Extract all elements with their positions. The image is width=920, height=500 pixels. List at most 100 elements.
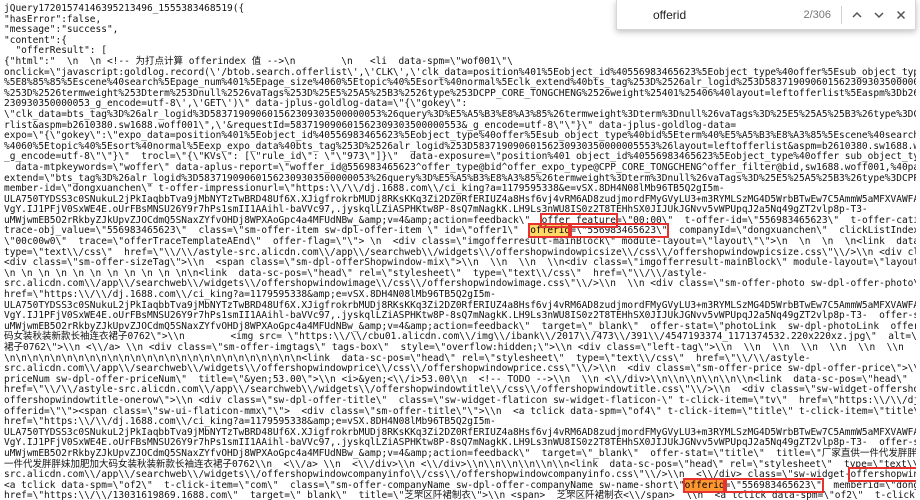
chevron-down-icon <box>874 11 884 18</box>
source-text: member-id=\"dongxuanchen\" t-offer-impre… <box>4 183 725 195</box>
source-text: priceNum sw-dpl-offer-priceNum\" title=\… <box>4 373 908 385</box>
source-text: VgY.IJ1PFjV0SxWE4E.oUrFBsMNSU26Y9r7hPs1s… <box>4 437 916 449</box>
source-line: "content":{ <box>4 35 67 46</box>
source-line: %253D%2526termweight%253Dterm%253Dnull%2… <box>4 88 916 99</box>
source-text: offerid=\"\"><span class=\"sw-ui-flatico… <box>4 405 916 417</box>
source-line: type=\"text\\/css\" href=\"\\/\\/astyle-… <box>4 247 916 258</box>
find-in-page-bar: 2/306 <box>616 0 916 30</box>
source-line: VgY.IJ1PFjV0SxWE4E.oUrFBsMNSU26Y9r7hPs1s… <box>4 204 868 215</box>
source-line: "message":"success", <box>4 24 118 35</box>
source-text: ULA750TYDSS3c0SNukuL2jPkIaqbbTva9jMbNYTz… <box>4 299 916 311</box>
jsonp-response-source: jQuery17201574146395213496_1555383468519… <box>0 0 916 500</box>
source-line: href=\"\\/\\/astyle-src.alicdn.com\\/app… <box>4 384 916 396</box>
source-line: _g_encode=utf-8\"\"}\" trocl=\"{\"KVs\":… <box>4 151 916 163</box>
source-line: src.alicdn.com\\/app\\/searchweb\\/widge… <box>4 363 916 374</box>
source-line: \"00c00w0\" trace=\"offerTraceTemplateAE… <box>4 236 916 247</box>
source-text: companyId=\"dongxuanchen\" clickListInde… <box>678 225 916 237</box>
source-line: expo=\"{\"gokey\":\"expo_data=position%4… <box>4 130 916 141</box>
source-text: "message":"success", <box>4 24 119 36</box>
source-text: onclick=\"javascript:goldlog.record(\'/b… <box>4 66 916 78</box>
source-line: 码女装秋装新款长袖连衣裙子0762\">\\n <img src= \"http… <box>4 331 916 343</box>
source-line: rlist&aspm=b2610380.sw1688.woff001\",\'&… <box>4 120 736 131</box>
source-text: "content":{ <box>4 34 67 46</box>
source-text: src.alicdn.com\\/app\\/searchweb\\/widge… <box>4 278 916 290</box>
source-text: offershopwindowtitle-onerow\">\\n <div c… <box>4 394 916 406</box>
source-line: 裙子0762\">\\n <\\/a> \\n <div class=\"sm-… <box>4 342 916 353</box>
source-line: member-id=\"dongxuanchen\" t-offer-impre… <box>4 183 725 194</box>
source-text: href=\"https:\\/\\/13031619869.1688.com\… <box>4 490 916 500</box>
source-line: <div class=\"sm-offer-sizeTag\">\\n <spa… <box>4 257 916 268</box>
source-text: 裙子0762\">\\n <\\/a> \\n <div class=\"sm-… <box>4 342 916 353</box>
source-line: uMWjwmEB5O2rRkbyZJkUpvZJOCdmQ5SNaxZYfvOH… <box>4 448 916 459</box>
source-text: VgY.IJ1PFjV0SxWE4E.oUrFBsMNSU26Y9r7hPs1s… <box>4 310 916 322</box>
highlight-box: offershopwindowcompanyinfo <box>848 467 916 483</box>
source-line: onclick=\"javascript:goldlog.record(\'/b… <box>4 67 916 78</box>
source-line: src.alicdn.com\\/app\\/searchweb\\/widge… <box>4 278 916 290</box>
source-line: trace-obj_value=\"556983465623\" class=\… <box>4 223 916 239</box>
source-line: \"clk_data=bts_tag%3D%26alr_logid%3D5837… <box>4 109 916 120</box>
source-line: 230930350000053_g_encode=utf-8\',\'GET\'… <box>4 98 468 110</box>
source-line: priceNum sw-dpl-offer-priceNum\" title=\… <box>4 374 916 385</box>
find-match-count: 2/306 <box>803 8 831 21</box>
source-text: uMWjwmEB5O2rRkbyZJkUpvZJOCdmQ5SNaxZYfvOH… <box>4 447 916 459</box>
source-line: href=\"https:\\/\\/dj.1688.com\\/ci_king… <box>4 416 496 427</box>
source-line: {"html":" \n \n <!-- 为打点计算 offerindex 值 … <box>4 56 513 67</box>
source-text: type=\"text\\/css\" href=\"\\/\\/astyle-… <box>4 246 916 258</box>
source-text: ULA750TYDSS3c0SNukuL2jPkIaqbbTva9jMbNYTz… <box>4 193 916 205</box>
source-text: href=\"https:\\/\\/dj.1688.com\\/ci_king… <box>4 289 496 301</box>
source-text: \n \n \n \n \n \n \n \n \n \n \n\n<link … <box>4 267 708 279</box>
source-line: VgY.IJ1PFjV0SxWE4E.oUrFBsMNSU26Y9r7hPs1s… <box>4 437 916 449</box>
source-text: src.alicdn.com\\/app\\/searchweb\\/widge… <box>4 363 916 375</box>
find-previous-button[interactable] <box>846 4 868 26</box>
source-text: "offerResult": [ <box>4 45 107 57</box>
source-text: {"html":" \n \n <!-- 为打点计算 offerindex 值 … <box>4 55 513 67</box>
source-line: ULA750TYDSS3c0SNukuL2jPkIaqbbTva9jMbNYTz… <box>4 300 916 311</box>
source-text: <div class=\"sm-offer-sizeTag\">\\n <spa… <box>4 257 916 269</box>
find-bar-divider <box>841 5 842 24</box>
source-text: data-mtpkeywords=\"woffer\" data-aplus-r… <box>15 161 916 173</box>
find-input[interactable] <box>653 7 791 22</box>
source-line: \n \n \n \n \n \n \n \n \n \n \n\n<link … <box>4 268 708 279</box>
chevron-up-icon <box>852 11 862 18</box>
close-icon <box>896 10 906 19</box>
source-line: offerid=\"\"><span class=\"sw-ui-flatico… <box>4 406 916 417</box>
source-text: 230930350000053_g_encode=utf-8\',\'GET\'… <box>4 98 468 110</box>
source-text: src.alicdn.com\\/app\\/searchweb\\/widge… <box>4 469 851 481</box>
source-text: \"00c00w0\" trace=\"offerTraceTemplateAE… <box>4 236 916 248</box>
source-line: 一件代发胖胖妹加肥加大码女装秋装新款长袖连衣裙子0762\\n <\\/a> \… <box>4 459 916 470</box>
source-line: %5E8%85%85%5Escene%40search%5Epage_num%4… <box>4 77 916 88</box>
source-line: src.alicdn.com\\/app\\/searchweb\\/widge… <box>4 467 916 483</box>
source-line: "hasError":false, <box>4 14 101 25</box>
source-text: 一件代发胖胖妹加肥加大码女装秋装新款长袖连衣裙子0762\\n <\\/a> \… <box>4 458 916 470</box>
find-close-button[interactable] <box>890 4 912 26</box>
source-text: %5E8%85%85%5Escene%40search%5Epage_num%4… <box>4 77 916 89</box>
source-text: \"clk_data=bts_tag%3D%26alr_logid%3D5837… <box>4 108 916 120</box>
source-line: href=\"https:\\/\\/13031619869.1688.com\… <box>4 490 916 500</box>
source-text: \n\n\n\n\n\n\n\n\n\n\n\n\n\n\n\n\n\n\n\n… <box>4 352 811 364</box>
source-text: trace-obj_value=\"556983465623\" class=\… <box>4 225 531 237</box>
source-line: data-mtpkeywords=\"woffer\" data-aplus-r… <box>4 162 916 173</box>
source-text: %253D%2526termweight%253Dterm%253Dnull%2… <box>4 87 916 99</box>
source-text: href=\"https:\\/\\/dj.1688.com\\/ci_king… <box>4 416 496 428</box>
source-text: rlist&aspm=b2610380.sw1688.woff001\",\'&… <box>4 119 737 131</box>
source-text: _g_encode=utf-8\"\"}\" trocl=\"{\"KVs\":… <box>4 151 916 163</box>
source-line: "offerResult": [ <box>4 45 107 57</box>
source-text: expo=\"{\"gokey\":\"expo_data=position%4… <box>4 130 916 142</box>
source-text: jQuery17201574146395213496_1555383468519… <box>4 3 245 14</box>
source-line: VgY.IJ1PFjV0SxWE4E.oUrFBsMNSU26Y9r7hPs1s… <box>4 310 916 321</box>
source-text: extend=\"bts_tag%3D%26alr_logid%3D583719… <box>4 172 916 184</box>
highlight-box: =\"556983465623\" <box>568 223 670 239</box>
source-line: \n\n\n\n\n\n\n\n\n\n\n\n\n\n\n\n\n\n\n\n… <box>4 353 810 364</box>
source-line: offershopwindowtitle-onerow\">\\n <div c… <box>4 395 916 406</box>
source-line: extend=\"bts_tag%3D%26alr_logid%3D583719… <box>4 173 916 184</box>
source-line: href=\"https:\\/\\/dj.1688.com\\/ci_king… <box>4 289 496 300</box>
find-next-button[interactable] <box>868 4 890 26</box>
source-text: 码女装秋装新款长袖连衣裙子0762\">\\n <img src= \"http… <box>4 331 916 343</box>
source-line: ULA750TYDSS3c0SNukuL2jPkIaqbbTva9jMbNYTz… <box>4 194 916 205</box>
source-text: href=\"\\/\\/astyle-src.alicdn.com\\/app… <box>4 384 916 396</box>
source-viewer: jQuery17201574146395213496_1555383468519… <box>0 0 920 500</box>
source-text: VgY.IJ1PFjV0SxWE4E.oUrFBsMNSU26Y9r7hPs1s… <box>4 204 868 216</box>
source-line: jQuery17201574146395213496_1555383468519… <box>4 3 244 14</box>
source-text: "hasError":false, <box>4 13 102 25</box>
search-match: offerid <box>528 223 573 239</box>
